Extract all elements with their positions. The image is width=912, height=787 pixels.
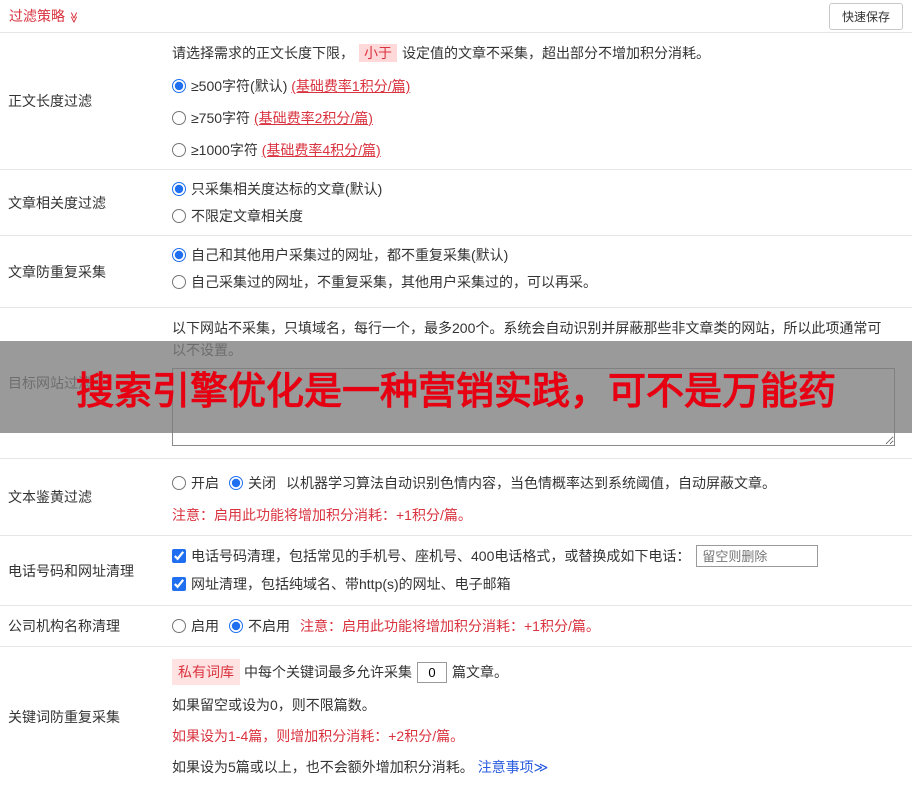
row-dedup-filter: 文章防重复采集 自己和其他用户采集过的网址，都不重复采集(默认) 自己采集过的网… bbox=[0, 236, 912, 308]
page-header: 过滤策略 ≫ 快速保存 bbox=[0, 0, 912, 33]
dedup-option-self-text: 自己采集过的网址，不重复采集，其他用户采集过的，可以再采。 bbox=[191, 274, 597, 290]
keyword-dedup-label: 关键词防重复采集 bbox=[8, 709, 120, 725]
company-option-on-text: 启用 bbox=[191, 618, 219, 634]
row-company-cleanup: 公司机构名称清理 启用 不启用 注意：启用此功能将增加积分消耗：+1积分/篇。 bbox=[0, 606, 912, 647]
dedup-option-self-radio[interactable] bbox=[172, 275, 186, 289]
porn-option-off[interactable]: 关闭 bbox=[229, 472, 276, 494]
notice-link[interactable]: 注意事项≫ bbox=[478, 756, 549, 778]
phone-cleanup-checkbox[interactable] bbox=[172, 549, 186, 563]
relevance-filter-label: 文章相关度过滤 bbox=[8, 194, 106, 211]
length-option-500-fee: (基础费率1积分/篇) bbox=[291, 78, 411, 94]
keyword-limit-suffix: 篇文章。 bbox=[452, 664, 508, 680]
length-option-1000-text: ≥1000字符 bbox=[191, 142, 258, 158]
url-cleanup-checkbox[interactable] bbox=[172, 577, 186, 591]
dedup-option-global[interactable]: 自己和其他用户采集过的网址，都不重复采集(默认) bbox=[172, 245, 902, 265]
private-lexicon-badge: 私有词库 bbox=[172, 659, 240, 685]
porn-filter-options: 开启 关闭 以机器学习算法自动识别色情内容，当色情概率达到系统阈值，自动屏蔽文章… bbox=[172, 472, 902, 494]
quick-save-button[interactable]: 快速保存 bbox=[828, 2, 903, 30]
length-option-500-radio[interactable] bbox=[172, 79, 186, 93]
phone-cleanup-label: 电话号码和网址清理 bbox=[8, 562, 134, 579]
length-desc-prefix: 请选择需求的正文长度下限， bbox=[172, 45, 354, 61]
chevron-down-icon: ≫ bbox=[67, 11, 80, 24]
watermark-text: 搜索引擎优化是一种营销实践，可不是万能药 bbox=[75, 370, 836, 413]
porn-option-off-text: 关闭 bbox=[248, 475, 276, 491]
url-cleanup-option[interactable]: 网址清理，包括纯域名、带http(s)的网址、电子邮箱 bbox=[172, 574, 902, 594]
company-cleanup-label: 公司机构名称清理 bbox=[8, 618, 120, 634]
porn-option-on-text: 开启 bbox=[191, 475, 219, 491]
keyword-limit-line: 私有词库 中每个关键词最多允许采集 篇文章。 bbox=[172, 659, 902, 685]
relevance-option-any[interactable]: 不限定文章相关度 bbox=[172, 206, 902, 226]
dedup-option-self[interactable]: 自己采集过的网址，不重复采集，其他用户采集过的，可以再采。 bbox=[172, 272, 902, 292]
row-phone-cleanup: 电话号码和网址清理 电话号码清理，包括常见的手机号、座机号、400电话格式，或替… bbox=[0, 536, 912, 606]
company-cleanup-note: 注意：启用此功能将增加积分消耗：+1积分/篇。 bbox=[300, 618, 600, 634]
relevance-option-any-radio[interactable] bbox=[172, 209, 186, 223]
company-option-on[interactable]: 启用 bbox=[172, 615, 219, 637]
page-title-text: 过滤策略 bbox=[9, 8, 65, 24]
length-option-500-text: ≥500字符(默认) bbox=[191, 78, 288, 94]
relevance-option-strict-text: 只采集相关度达标的文章(默认) bbox=[191, 181, 383, 197]
length-option-500[interactable]: ≥500字符(默认) (基础费率1积分/篇) bbox=[172, 76, 902, 96]
length-option-750-text: ≥750字符 bbox=[191, 110, 251, 126]
relevance-option-strict[interactable]: 只采集相关度达标的文章(默认) bbox=[172, 179, 902, 199]
replacement-phone-input[interactable] bbox=[696, 545, 819, 567]
keyword-count-input[interactable] bbox=[417, 661, 447, 683]
porn-filter-note: 注意：启用此功能将增加积分消耗：+1积分/篇。 bbox=[172, 507, 472, 523]
phone-cleanup-text: 电话号码清理，包括常见的手机号、座机号、400电话格式，或替换成如下电话： bbox=[191, 548, 691, 564]
length-filter-label: 正文长度过滤 bbox=[8, 93, 92, 109]
company-cleanup-options: 启用 不启用 注意：启用此功能将增加积分消耗：+1积分/篇。 bbox=[172, 615, 902, 637]
porn-option-off-radio[interactable] bbox=[229, 476, 243, 490]
company-option-off-text: 不启用 bbox=[248, 618, 290, 634]
length-option-750[interactable]: ≥750字符 (基础费率2积分/篇) bbox=[172, 108, 902, 128]
dedup-option-global-text: 自己和其他用户采集过的网址，都不重复采集(默认) bbox=[191, 247, 509, 263]
row-keyword-dedup: 关键词防重复采集 私有词库 中每个关键词最多允许采集 篇文章。 如果留空或设为0… bbox=[0, 647, 912, 787]
watermark-band: 搜索引擎优化是一种营销实践，可不是万能药 bbox=[0, 341, 912, 433]
keyword-note-unlimited: 如果留空或设为0，则不限篇数。 bbox=[172, 697, 376, 713]
keyword-note-free: 如果设为5篇或以上，也不会额外增加积分消耗。 注意事项≫ bbox=[172, 756, 902, 778]
dedup-option-global-radio[interactable] bbox=[172, 248, 186, 262]
keyword-note-cost: 如果设为1-4篇，则增加积分消耗：+2积分/篇。 bbox=[172, 728, 465, 744]
length-desc-highlight: 小于 bbox=[359, 44, 397, 62]
length-option-750-radio[interactable] bbox=[172, 111, 186, 125]
company-option-off-radio[interactable] bbox=[229, 619, 243, 633]
porn-option-on[interactable]: 开启 bbox=[172, 472, 219, 494]
keyword-note-free-text: 如果设为5篇或以上，也不会额外增加积分消耗。 bbox=[172, 759, 474, 775]
company-option-off[interactable]: 不启用 bbox=[229, 615, 290, 637]
porn-filter-label: 文本鉴黄过滤 bbox=[8, 489, 92, 505]
row-porn-filter: 文本鉴黄过滤 开启 关闭 以机器学习算法自动识别色情内容，当色情概率达到系统阈值… bbox=[0, 459, 912, 536]
url-cleanup-text: 网址清理，包括纯域名、带http(s)的网址、电子邮箱 bbox=[191, 576, 511, 592]
relevance-option-strict-radio[interactable] bbox=[172, 182, 186, 196]
row-relevance-filter: 文章相关度过滤 只采集相关度达标的文章(默认) 不限定文章相关度 bbox=[0, 170, 912, 236]
porn-filter-desc: 以机器学习算法自动识别色情内容，当色情概率达到系统阈值，自动屏蔽文章。 bbox=[286, 475, 776, 491]
relevance-option-any-text: 不限定文章相关度 bbox=[191, 208, 303, 224]
row-length-filter: 正文长度过滤 请选择需求的正文长度下限， 小于 设定值的文章不采集，超出部分不增加积… bbox=[0, 33, 912, 170]
page-title[interactable]: 过滤策略 ≫ bbox=[9, 6, 80, 26]
dedup-filter-label: 文章防重复采集 bbox=[8, 263, 106, 280]
length-desc-suffix: 设定值的文章不采集，超出部分不增加积分消耗。 bbox=[402, 45, 710, 61]
keyword-limit-text: 中每个关键词最多允许采集 bbox=[244, 664, 412, 680]
porn-option-on-radio[interactable] bbox=[172, 476, 186, 490]
length-filter-desc: 请选择需求的正文长度下限， 小于 设定值的文章不采集，超出部分不增加积分消耗。 bbox=[172, 42, 902, 64]
length-option-750-fee: (基础费率2积分/篇) bbox=[253, 110, 373, 126]
length-option-1000-fee: (基础费率4积分/篇) bbox=[261, 142, 381, 158]
length-option-1000-radio[interactable] bbox=[172, 143, 186, 157]
phone-cleanup-option[interactable]: 电话号码清理，包括常见的手机号、座机号、400电话格式，或替换成如下电话： bbox=[172, 545, 902, 567]
company-option-on-radio[interactable] bbox=[172, 619, 186, 633]
length-option-1000[interactable]: ≥1000字符 (基础费率4积分/篇) bbox=[172, 140, 902, 160]
